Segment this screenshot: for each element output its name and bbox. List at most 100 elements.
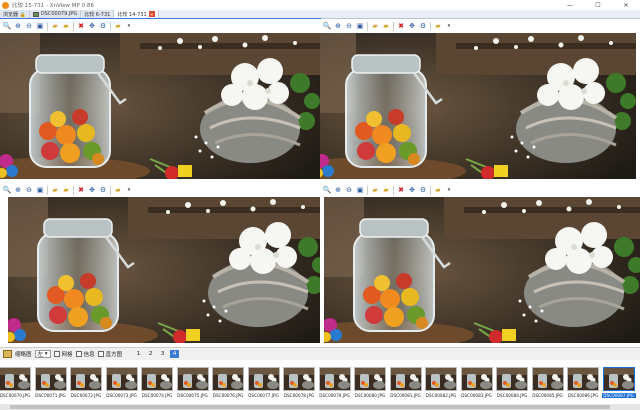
filmstrip-thumb[interactable]: DSC00085.JPG	[531, 367, 565, 405]
filmstrip-thumb[interactable]: DSC00073.JPG	[105, 367, 139, 405]
filmstrip-thumb[interactable]: DSC00084.JPG	[495, 367, 529, 405]
fit-window-icon[interactable]: ▣	[355, 185, 365, 195]
compare-panel-4[interactable]: 🔍 ⊕ ⊖ ▣ ▰ ▰ ✖ ✥ ⚙ ▰ ▾	[320, 183, 640, 347]
thumbnail-label: DSC00078.JPG	[283, 393, 315, 398]
chevron-down-icon[interactable]: ▾	[124, 21, 134, 31]
scrollbar-thumb[interactable]	[10, 405, 610, 409]
filmstrip-thumb[interactable]: DSC00074.JPG	[140, 367, 174, 405]
page-button-3[interactable]: 3	[158, 350, 167, 358]
thumbnail-photo	[355, 368, 385, 390]
compare-panel-3[interactable]: 🔍 ⊕ ⊖ ▣ ▰ ▰ ✖ ✥ ⚙ ▰ ▾	[0, 183, 320, 347]
delete-icon[interactable]: ✖	[76, 185, 86, 195]
open-folder-alt-icon[interactable]: ▰	[381, 21, 391, 31]
open-folder-icon[interactable]: ▰	[50, 185, 60, 195]
compare-image[interactable]	[320, 197, 640, 343]
page-button-1[interactable]: 1	[134, 350, 143, 358]
settings-icon[interactable]: ⚙	[98, 21, 108, 31]
settings-icon[interactable]: ⚙	[418, 21, 428, 31]
filmstrip-thumb[interactable]: DSC00083.JPG	[460, 367, 494, 405]
thumbnail-view-icon[interactable]	[3, 350, 12, 358]
tab-browser[interactable]: 浏览器 🔒	[0, 10, 30, 18]
chevron-down-icon[interactable]: ▾	[124, 185, 134, 195]
thumbnail-image	[496, 367, 528, 391]
zoom-fit-icon[interactable]: 🔍	[2, 21, 12, 31]
photo-jar-cotton	[0, 33, 320, 179]
settings-icon[interactable]: ⚙	[418, 185, 428, 195]
filmstrip-thumb[interactable]: DSC00079.JPG	[318, 367, 352, 405]
tab-compare-14[interactable]: 比较 14-731 ✕	[114, 10, 159, 18]
info-checkbox[interactable]: 信息	[75, 350, 95, 358]
minimize-button[interactable]: —	[556, 0, 584, 10]
open-folder-icon[interactable]: ▰	[50, 21, 60, 31]
thumbnail-photo	[603, 368, 634, 390]
compare-image[interactable]	[320, 33, 640, 179]
open-folder-alt-icon[interactable]: ▰	[61, 21, 71, 31]
zoom-in-icon[interactable]: ⊕	[13, 21, 23, 31]
fit-window-icon[interactable]: ▣	[35, 185, 45, 195]
page-button-4[interactable]: 4	[170, 350, 180, 358]
filmstrip-thumb[interactable]: DSC00080.JPG	[353, 367, 387, 405]
filmstrip-thumb[interactable]: DSC00077.JPG	[247, 367, 281, 405]
zoom-fit-icon[interactable]: 🔍	[322, 21, 332, 31]
zoom-fit-icon[interactable]: 🔍	[2, 185, 12, 195]
delete-icon[interactable]: ✖	[396, 21, 406, 31]
zoom-out-icon[interactable]: ⊖	[24, 21, 34, 31]
compare-panel-1[interactable]: 🔍 ⊕ ⊖ ▣ ▰ ▰ ✖ ✥ ⚙ ▰ ▾	[0, 18, 321, 184]
move-icon[interactable]: ✥	[87, 185, 97, 195]
maximize-button[interactable]: ☐	[584, 0, 612, 10]
move-icon[interactable]: ✥	[407, 21, 417, 31]
filmstrip-scrollbar[interactable]	[0, 404, 640, 410]
compare-image[interactable]	[0, 197, 320, 343]
move-icon[interactable]: ✥	[407, 185, 417, 195]
open-folder-icon[interactable]: ▰	[370, 185, 380, 195]
chevron-down-icon[interactable]: ▾	[444, 185, 454, 195]
open-folder-alt-icon[interactable]: ▰	[61, 185, 71, 195]
filmstrip-thumb[interactable]: DSC00082.JPG	[424, 367, 458, 405]
move-icon[interactable]: ✥	[87, 21, 97, 31]
close-window-button[interactable]: ✕	[612, 0, 640, 10]
delete-icon[interactable]: ✖	[76, 21, 86, 31]
tab-compare-6[interactable]: 比较 6-731	[81, 10, 115, 18]
close-tab-icon[interactable]: ✕	[148, 11, 155, 17]
tab-image[interactable]: DSC00079.JPG	[29, 10, 82, 18]
zoom-in-icon[interactable]: ⊕	[333, 21, 343, 31]
settings-icon[interactable]: ⚙	[98, 185, 108, 195]
view-select[interactable]: 左 ▾	[34, 350, 51, 358]
filmstrip-thumb[interactable]: DSC00075.JPG	[176, 367, 210, 405]
chevron-down-icon[interactable]: ▾	[444, 21, 454, 31]
zoom-in-icon[interactable]: ⊕	[333, 185, 343, 195]
zoom-out-icon[interactable]: ⊖	[344, 21, 354, 31]
folder-dropdown-icon[interactable]: ▰	[433, 21, 443, 31]
fit-window-icon[interactable]: ▣	[35, 21, 45, 31]
thumbnail-label: DSC00081.JPG	[390, 393, 421, 398]
compare-image[interactable]	[0, 33, 320, 179]
thumbnail-photo	[568, 368, 598, 390]
fit-window-icon[interactable]: ▣	[355, 21, 365, 31]
thumbnail-image	[105, 367, 138, 391]
filmstrip-thumb[interactable]: DSC00086.JPG	[566, 367, 600, 405]
filmstrip-thumb[interactable]: DSC00070.JPG	[0, 367, 32, 405]
page-button-2[interactable]: 2	[146, 350, 155, 358]
toolbar-separator	[47, 185, 48, 195]
thumbnail-photo	[284, 368, 314, 390]
filmstrip-thumb[interactable]: DSC00081.JPG	[389, 367, 423, 405]
filmstrip-thumb[interactable]: DSC00078.JPG	[282, 367, 316, 405]
filmstrip-thumb[interactable]: DSC00076.JPG	[211, 367, 245, 405]
filmstrip-thumb[interactable]: DSC00072.JPG	[69, 367, 103, 405]
histogram-checkbox[interactable]: 直方图	[97, 350, 122, 358]
folder-dropdown-icon[interactable]: ▰	[433, 185, 443, 195]
zoom-fit-icon[interactable]: 🔍	[322, 185, 332, 195]
open-folder-alt-icon[interactable]: ▰	[381, 185, 391, 195]
zoom-out-icon[interactable]: ⊖	[344, 185, 354, 195]
folder-dropdown-icon[interactable]: ▰	[113, 21, 123, 31]
zoom-out-icon[interactable]: ⊖	[24, 185, 34, 195]
zoom-in-icon[interactable]: ⊕	[13, 185, 23, 195]
filmstrip-thumb[interactable]: DSC00087.JPG	[601, 367, 636, 405]
delete-icon[interactable]: ✖	[396, 185, 406, 195]
view-select-value: 左	[37, 352, 44, 358]
grid-checkbox[interactable]: 网格	[53, 350, 73, 358]
filmstrip-thumb[interactable]: DSC00071.JPG	[34, 367, 68, 405]
open-folder-icon[interactable]: ▰	[370, 21, 380, 31]
folder-dropdown-icon[interactable]: ▰	[113, 185, 123, 195]
compare-panel-2[interactable]: 🔍 ⊕ ⊖ ▣ ▰ ▰ ✖ ✥ ⚙ ▰ ▾	[320, 19, 640, 183]
